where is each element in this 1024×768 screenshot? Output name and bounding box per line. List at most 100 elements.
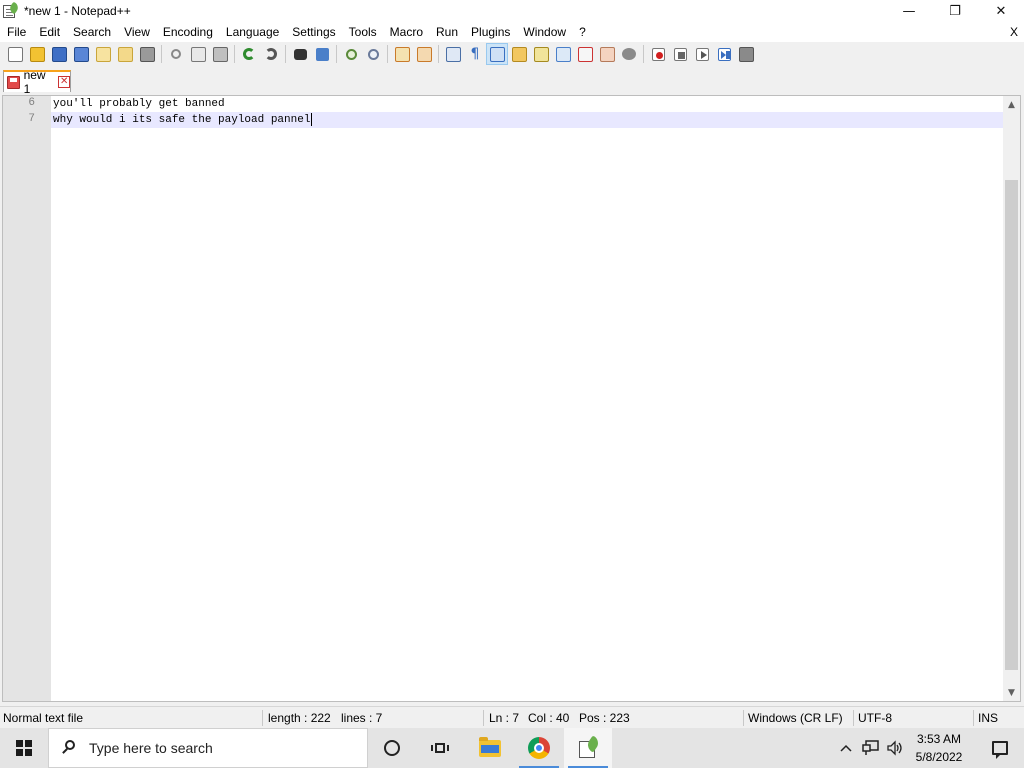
sync-horizontal-icon[interactable] — [413, 43, 435, 65]
search-icon — [61, 740, 77, 756]
copy-icon[interactable] — [187, 43, 209, 65]
scrollbar-thumb[interactable] — [1005, 180, 1018, 670]
line-number: 6 — [28, 97, 35, 109]
minimize-button[interactable]: — — [886, 0, 932, 22]
menu-help[interactable]: ? — [572, 22, 592, 42]
show-all-chars-icon[interactable]: ¶ — [464, 43, 486, 65]
sync-vertical-icon[interactable] — [391, 43, 413, 65]
code-line-text: you'll probably get banned — [53, 98, 225, 110]
menu-window[interactable]: Window — [516, 22, 572, 42]
chrome-button[interactable] — [515, 728, 563, 768]
doc-switcher-icon[interactable] — [574, 43, 596, 65]
taskbar-search-box[interactable]: Type here to search — [48, 728, 368, 768]
save-all-icon[interactable] — [70, 43, 92, 65]
word-wrap-icon[interactable] — [442, 43, 464, 65]
indent-guide-icon[interactable] — [486, 43, 508, 65]
network-button[interactable] — [860, 728, 882, 768]
notepadpp-icon — [2, 1, 21, 19]
status-file-type: Normal text file — [3, 711, 84, 725]
menu-language[interactable]: Language — [219, 22, 285, 42]
redo-icon[interactable] — [260, 43, 282, 65]
windows-taskbar: Type here to search 3:53 AM 5/8/2022 — [0, 728, 1024, 768]
window-controls: — ❐ ✕ — [886, 0, 1024, 22]
close-document-button[interactable]: X — [1010, 22, 1018, 42]
status-insert-mode[interactable]: INS — [975, 707, 998, 729]
toolbar-separator — [285, 45, 286, 63]
run-macro-multiple-icon[interactable] — [713, 43, 735, 65]
menu-macro[interactable]: Macro — [383, 22, 429, 42]
menu-settings[interactable]: Settings — [285, 22, 341, 42]
stop-record-icon[interactable] — [669, 43, 691, 65]
save-macro-icon[interactable] — [735, 43, 757, 65]
menu-edit[interactable]: Edit — [32, 22, 66, 42]
tab-close-icon[interactable]: ✕ — [58, 76, 70, 88]
task-view-button[interactable] — [416, 728, 464, 768]
menu-run[interactable]: Run — [429, 22, 464, 42]
udl-icon[interactable] — [508, 43, 530, 65]
paste-icon[interactable] — [209, 43, 231, 65]
zoom-out-icon[interactable] — [362, 43, 384, 65]
menu-plugins[interactable]: Plugins — [464, 22, 516, 42]
notepadpp-taskbar-button[interactable] — [564, 728, 612, 768]
line-number-gutter: 6 7 — [3, 96, 51, 701]
menu-view[interactable]: View — [117, 22, 156, 42]
status-length: length : 222 — [268, 711, 331, 725]
status-pos: Pos : 223 — [579, 711, 630, 725]
save-icon[interactable] — [48, 43, 70, 65]
close-all-icon[interactable] — [114, 43, 136, 65]
code-line: you'll probably get banned — [53, 96, 225, 112]
status-eol[interactable]: Windows (CR LF) — [745, 707, 843, 729]
action-center-button[interactable] — [976, 728, 1024, 768]
monitoring-icon[interactable] — [618, 43, 640, 65]
maximize-button[interactable]: ❐ — [932, 0, 978, 22]
clock-date: 5/8/2022 — [915, 750, 963, 764]
doc-map-icon[interactable] — [530, 43, 552, 65]
toolbar-separator — [387, 45, 388, 63]
menu-bar: File Edit Search View Encoding Language … — [0, 22, 1024, 42]
cut-icon[interactable] — [165, 43, 187, 65]
print-icon[interactable] — [136, 43, 158, 65]
scroll-down-arrow[interactable]: ▼ — [1003, 684, 1020, 701]
close-button[interactable]: ✕ — [978, 0, 1024, 22]
text-area[interactable]: you'll probably get banned why would i i… — [51, 96, 1003, 701]
status-encoding[interactable]: UTF-8 — [855, 707, 892, 729]
replace-icon[interactable] — [311, 43, 333, 65]
menu-file[interactable]: File — [0, 22, 32, 42]
code-line-text: why would i its safe the payload pannel — [53, 114, 311, 126]
new-file-icon[interactable] — [4, 43, 26, 65]
volume-button[interactable] — [884, 728, 906, 768]
toolbar-separator — [161, 45, 162, 63]
folder-workspace-icon[interactable] — [596, 43, 618, 65]
code-line-current: why would i its safe the payload pannel — [53, 112, 313, 128]
zoom-in-icon[interactable] — [340, 43, 362, 65]
scroll-up-arrow[interactable]: ▲ — [1003, 96, 1020, 113]
menu-tools[interactable]: Tools — [342, 22, 383, 42]
text-caret — [311, 112, 313, 126]
taskbar-clock[interactable]: 3:53 AM 5/8/2022 — [908, 730, 970, 766]
toolbar: ¶ — [0, 42, 1024, 66]
tab-new-1[interactable]: new 1 ✕ — [3, 68, 71, 96]
show-hidden-icons-button[interactable] — [836, 728, 856, 768]
playback-icon[interactable] — [691, 43, 713, 65]
function-list-icon[interactable] — [552, 43, 574, 65]
file-explorer-button[interactable] — [466, 728, 514, 768]
menu-search[interactable]: Search — [66, 22, 117, 42]
close-icon[interactable] — [92, 43, 114, 65]
notepadpp-icon — [577, 735, 602, 759]
notepadpp-window: *new 1 - Notepad++ — ❐ ✕ File Edit Searc… — [0, 0, 1024, 728]
status-divider — [483, 710, 484, 726]
find-icon[interactable] — [289, 43, 311, 65]
menu-encoding[interactable]: Encoding — [156, 22, 219, 42]
status-lines: lines : 7 — [341, 711, 383, 725]
cortana-button[interactable] — [368, 728, 416, 768]
vertical-scrollbar[interactable]: ▲ ▼ — [1003, 96, 1020, 701]
folder-icon — [479, 736, 501, 757]
undo-icon[interactable] — [238, 43, 260, 65]
window-title: *new 1 - Notepad++ — [24, 4, 131, 18]
open-file-icon[interactable] — [26, 43, 48, 65]
cortana-icon — [384, 740, 400, 756]
start-button[interactable] — [0, 728, 48, 768]
task-view-icon — [431, 741, 449, 755]
status-divider — [853, 710, 854, 726]
record-macro-icon[interactable] — [647, 43, 669, 65]
